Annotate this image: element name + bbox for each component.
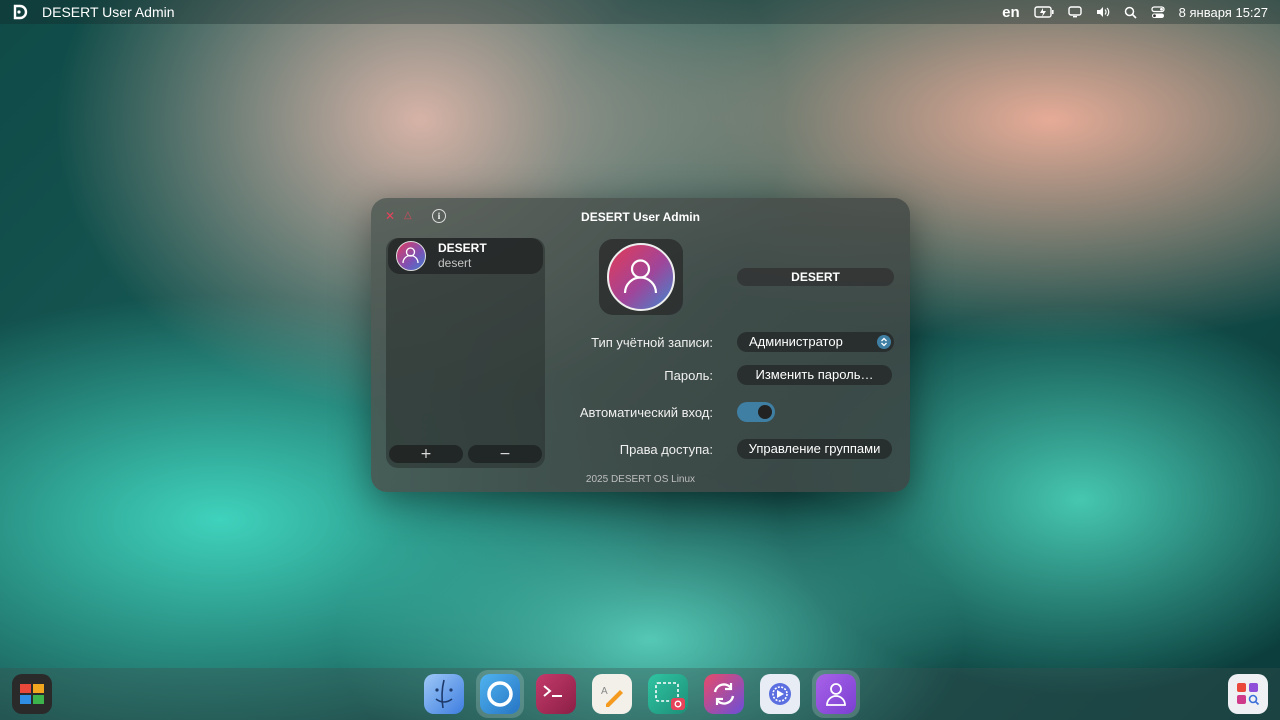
list-item[interactable]: DESERT desert	[388, 238, 543, 274]
remove-user-button[interactable]: −	[468, 445, 542, 463]
password-label: Пароль:	[664, 368, 713, 383]
user-admin-icon[interactable]	[816, 674, 856, 714]
svg-text:A: A	[601, 686, 608, 697]
desert-logo-icon[interactable]	[12, 4, 28, 20]
battery-icon[interactable]	[1033, 6, 1054, 18]
settings-icon[interactable]	[760, 674, 800, 714]
chevron-updown-icon	[877, 335, 891, 349]
keyboard-layout-indicator[interactable]: en	[1002, 4, 1020, 21]
avatar-picker[interactable]	[599, 239, 683, 315]
sync-icon[interactable]	[704, 674, 744, 714]
dock: A	[0, 668, 1280, 720]
active-app-title: DESERT User Admin	[42, 4, 175, 20]
terminal-icon[interactable]	[536, 674, 576, 714]
autologin-label: Автоматический вход:	[579, 405, 713, 420]
full-name-field[interactable]: DESERT	[737, 268, 894, 286]
user-name: DESERT	[438, 241, 487, 255]
volume-icon[interactable]	[1096, 6, 1110, 18]
user-list: DESERT desert + −	[386, 238, 545, 468]
clock[interactable]: 8 января 15:27	[1179, 5, 1268, 20]
access-rights-label: Права доступа:	[619, 442, 713, 457]
user-admin-window: ✕ △ i DESERT User Admin DESERT desert + …	[371, 198, 910, 492]
toggle-knob	[758, 405, 772, 419]
manage-groups-button[interactable]: Управление группами	[737, 439, 892, 459]
footer-copyright: 2025 DESERT OS Linux	[585, 474, 696, 485]
system-tray: en 8 января 15:27	[1002, 0, 1268, 24]
user-login: desert	[438, 256, 472, 270]
display-icon[interactable]	[1067, 6, 1082, 18]
browser-icon[interactable]	[480, 674, 520, 714]
screenshot-icon[interactable]	[648, 674, 688, 714]
change-password-button[interactable]: Изменить пароль…	[737, 365, 892, 385]
search-icon[interactable]	[1124, 6, 1137, 19]
text-editor-icon[interactable]: A	[592, 674, 632, 714]
add-user-button[interactable]: +	[389, 445, 463, 463]
user-avatar-large-icon	[607, 243, 675, 311]
window-title: DESERT User Admin	[581, 210, 700, 224]
user-avatar-icon	[396, 241, 426, 271]
top-bar: DESERT User Admin en 8 января 15:27	[0, 0, 1280, 24]
autologin-toggle[interactable]	[737, 402, 775, 422]
control-center-icon[interactable]	[1151, 5, 1165, 19]
finder-icon[interactable]	[424, 674, 464, 714]
account-type-label: Тип учётной записи:	[591, 335, 713, 350]
account-type-select[interactable]: Администратор	[737, 332, 894, 352]
account-type-value: Администратор	[749, 334, 843, 349]
start-menu-icon[interactable]	[12, 674, 52, 714]
app-grid-icon[interactable]	[1228, 674, 1268, 714]
